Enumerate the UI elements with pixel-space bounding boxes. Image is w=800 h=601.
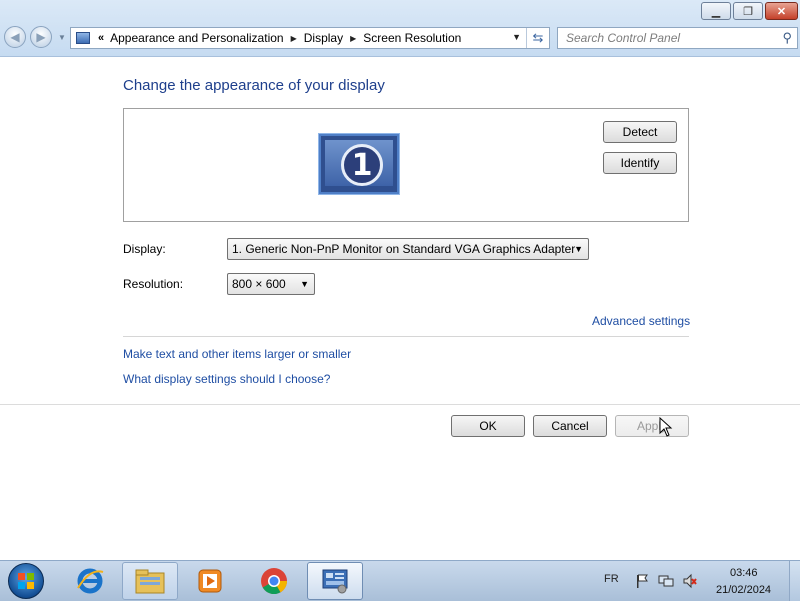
breadcrumb-arrow-icon[interactable]: ▶ xyxy=(291,34,297,43)
monitor-screen: 1 xyxy=(325,140,393,186)
breadcrumb-screen-resolution[interactable]: Screen Resolution xyxy=(363,31,461,45)
search-box[interactable]: ⚲ xyxy=(557,27,798,49)
refresh-button[interactable]: ⇆ xyxy=(526,28,549,48)
taskbar-media-player[interactable] xyxy=(182,562,238,600)
network-icon[interactable] xyxy=(658,573,674,589)
close-button[interactable]: ✕ xyxy=(765,2,798,20)
chevron-down-icon: ▼ xyxy=(300,279,309,289)
forward-button[interactable]: ▶ xyxy=(30,26,52,48)
close-icon: ✕ xyxy=(776,5,787,18)
back-arrow-icon: ◀ xyxy=(10,30,20,44)
taskbar: FR 03:46 21/02/2024 xyxy=(0,560,800,601)
back-button[interactable]: ◀ xyxy=(4,26,26,48)
display-select-value: 1. Generic Non-PnP Monitor on Standard V… xyxy=(232,242,576,256)
control-panel-icon xyxy=(322,569,348,594)
resolution-label: Resolution: xyxy=(123,277,184,291)
advanced-settings-link[interactable]: Advanced settings xyxy=(592,314,690,328)
monitor-preview-area: 1 Detect Identify xyxy=(123,108,689,222)
page-title: Change the appearance of your display xyxy=(123,77,385,94)
search-icon[interactable]: ⚲ xyxy=(782,30,792,46)
monitor-number-badge: 1 xyxy=(341,144,383,186)
taskbar-internet-explorer[interactable] xyxy=(62,562,118,600)
clock-time[interactable]: 03:46 xyxy=(730,567,758,579)
ok-button[interactable]: OK xyxy=(451,415,525,437)
address-bar[interactable]: « Appearance and Personalization ▶ Displ… xyxy=(70,27,550,49)
detect-button[interactable]: Detect xyxy=(603,121,677,143)
apply-button[interactable]: Apply xyxy=(615,415,689,437)
breadcrumb-appearance[interactable]: Appearance and Personalization xyxy=(110,31,283,45)
chrome-icon xyxy=(261,568,288,595)
volume-muted-icon[interactable] xyxy=(682,573,698,589)
minimize-button[interactable]: ▁ xyxy=(701,2,731,20)
search-input[interactable] xyxy=(564,30,778,46)
media-player-icon xyxy=(198,569,222,593)
address-dropdown-icon[interactable]: ▼ xyxy=(512,32,521,42)
monitor-1-tile[interactable]: 1 xyxy=(319,134,399,194)
mouse-cursor-icon xyxy=(659,417,673,437)
section-divider xyxy=(123,336,689,337)
language-indicator[interactable]: FR xyxy=(604,573,619,585)
start-button[interactable] xyxy=(8,563,44,599)
action-center-flag-icon[interactable] xyxy=(634,573,650,589)
forward-arrow-icon: ▶ xyxy=(36,30,46,44)
refresh-icon: ⇆ xyxy=(532,30,544,45)
clock-date[interactable]: 21/02/2024 xyxy=(716,584,771,596)
restore-icon: ❐ xyxy=(743,5,753,18)
restore-button[interactable]: ❐ xyxy=(733,2,763,20)
breadcrumb-display[interactable]: Display xyxy=(304,31,343,45)
chevron-down-icon: ▼ xyxy=(574,244,583,254)
display-help-link[interactable]: What display settings should I choose? xyxy=(123,372,330,386)
identify-button[interactable]: Identify xyxy=(603,152,677,174)
recent-pages-dropdown[interactable]: ▼ xyxy=(58,33,66,42)
text-size-link[interactable]: Make text and other items larger or smal… xyxy=(123,347,351,361)
taskbar-control-panel[interactable] xyxy=(307,562,363,600)
windows-logo-icon xyxy=(18,573,34,589)
minimize-icon: ▁ xyxy=(711,5,721,18)
footer-divider xyxy=(0,404,800,405)
resolution-select[interactable]: 800 × 600 ▼ xyxy=(227,273,315,295)
internet-explorer-icon xyxy=(77,568,104,594)
control-panel-small-icon xyxy=(76,32,90,44)
file-explorer-icon xyxy=(135,569,165,594)
taskbar-file-explorer[interactable] xyxy=(122,562,178,600)
display-label: Display: xyxy=(123,242,166,256)
display-select[interactable]: 1. Generic Non-PnP Monitor on Standard V… xyxy=(227,238,589,260)
taskbar-chrome[interactable] xyxy=(246,562,302,600)
breadcrumb-arrow-icon[interactable]: ▶ xyxy=(350,34,356,43)
cancel-button[interactable]: Cancel xyxy=(533,415,607,437)
breadcrumb-overflow[interactable]: « xyxy=(98,32,104,44)
show-desktop-button[interactable] xyxy=(789,561,800,601)
resolution-select-value: 800 × 600 xyxy=(232,277,286,291)
window-chrome: ▁ ❐ ✕ ◀ ▶ ▼ « Appearance and Personaliza… xyxy=(0,0,800,57)
